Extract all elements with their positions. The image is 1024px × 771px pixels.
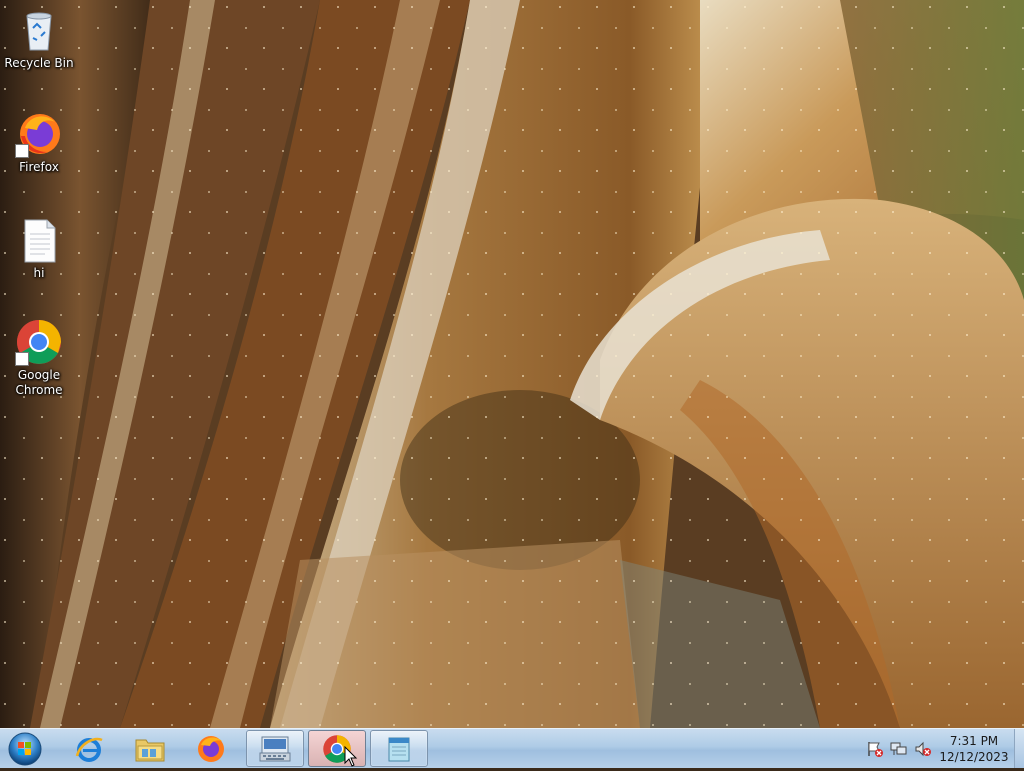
mouse-cursor-icon <box>344 746 358 767</box>
taskbar-notepad[interactable] <box>370 730 428 767</box>
firefox-icon <box>198 735 224 762</box>
taskbar-internet-explorer[interactable] <box>60 730 118 767</box>
on-screen-keyboard-icon <box>259 736 291 761</box>
desktop-icon-google-chrome[interactable]: Google Chrome <box>1 318 77 398</box>
windows-start-orb-icon <box>8 732 42 766</box>
firefox-icon <box>15 110 63 158</box>
show-desktop-button[interactable] <box>1014 729 1024 768</box>
desktop-icon-label: Google Chrome <box>15 368 63 397</box>
action-center-flag-icon[interactable] <box>866 741 884 757</box>
shortcut-arrow-icon <box>15 144 29 158</box>
taskbar-clock[interactable]: 7:31 PM 12/12/2023 <box>936 733 1012 765</box>
volume-muted-icon[interactable] <box>914 741 932 757</box>
clock-time: 7:31 PM <box>949 734 999 748</box>
desktop-wallpaper <box>0 0 1024 728</box>
desktop-icon-recycle-bin[interactable]: Recycle Bin <box>1 6 77 71</box>
desktop-icon-label: Firefox <box>19 160 59 174</box>
desktop-icon-firefox[interactable]: Firefox <box>1 110 77 175</box>
desktop-icon-label: Recycle Bin <box>4 56 74 70</box>
internet-explorer-icon <box>75 737 103 762</box>
taskbar-firefox[interactable] <box>182 730 240 767</box>
text-file-icon <box>15 216 63 264</box>
network-icon[interactable] <box>890 741 908 757</box>
recycle-bin-icon <box>15 6 63 54</box>
wallpaper-art <box>0 0 1024 728</box>
taskbar-on-screen-keyboard[interactable] <box>246 730 304 767</box>
taskbar-windows-explorer[interactable] <box>121 730 179 767</box>
desktop-icon-label: hi <box>33 266 45 280</box>
desktop-icon-hi[interactable]: hi <box>1 216 77 281</box>
clock-date: 12/12/2023 <box>939 750 1009 764</box>
start-button[interactable] <box>5 731 45 767</box>
shortcut-arrow-icon <box>15 352 29 366</box>
windows-explorer-icon <box>135 739 165 761</box>
notepad-icon <box>388 737 410 761</box>
chrome-icon <box>15 318 63 366</box>
taskbar <box>0 728 1024 768</box>
